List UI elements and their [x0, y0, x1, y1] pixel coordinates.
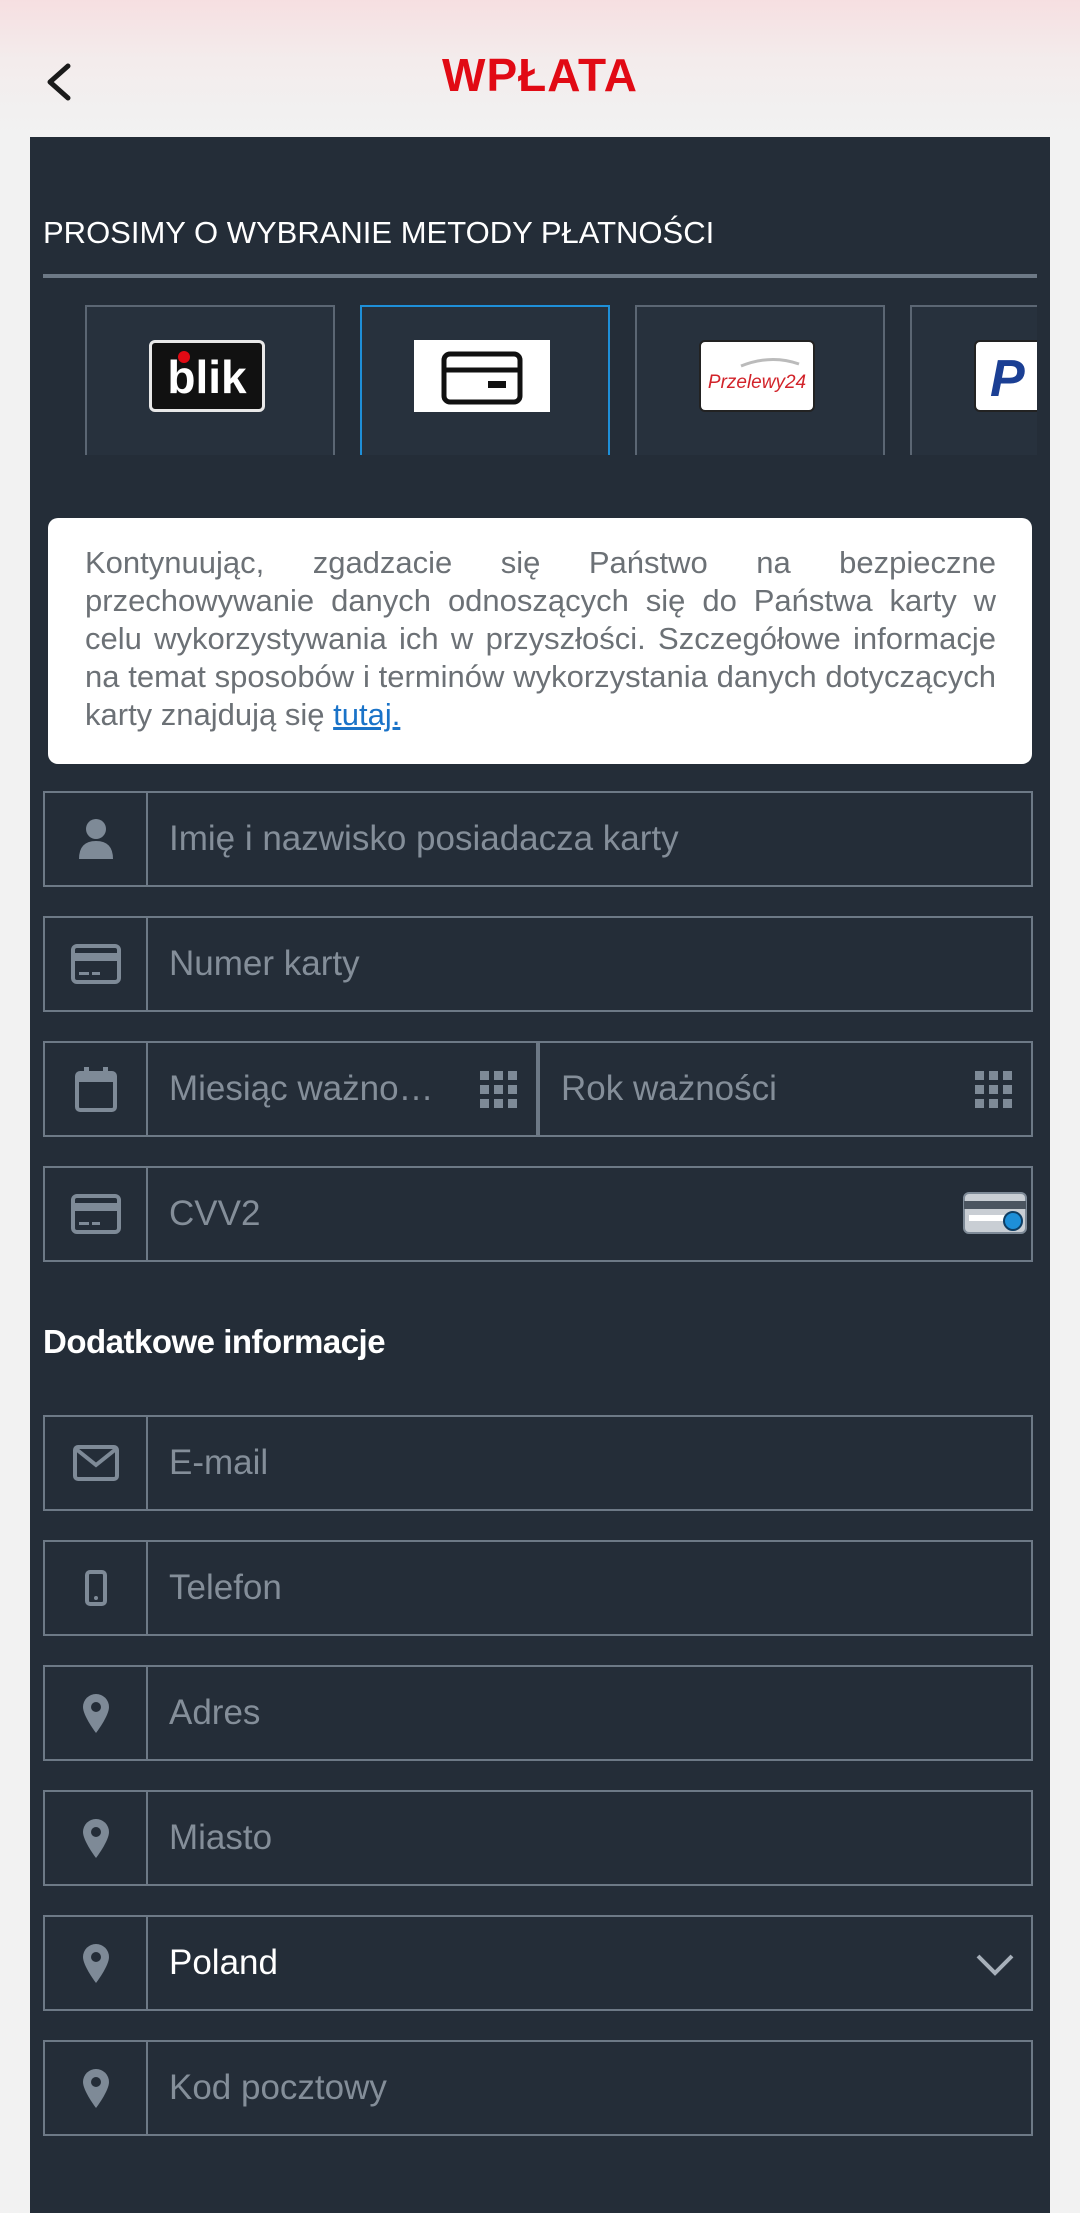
location-pin-icon — [45, 1792, 148, 1884]
payment-methods-carousel[interactable]: blik Przelewy24 P — [43, 305, 1037, 455]
expiry-month-placeholder: Miesiąc ważno… — [169, 1069, 434, 1108]
card-holder-placeholder: Imię i nazwisko posiadacza karty — [169, 819, 679, 858]
payment-method-card[interactable] — [360, 305, 610, 455]
deposit-panel: PROSIMY O WYBRANIE METODY PŁATNOŚCI blik — [30, 137, 1050, 2213]
calendar-icon — [45, 1043, 148, 1135]
przelewy24-logo-icon: Przelewy24 — [699, 340, 815, 412]
location-pin-icon — [45, 1917, 148, 2009]
card-number-field[interactable]: Numer karty — [43, 916, 1033, 1012]
expiry-field-group: Miesiąc ważno… Rok ważności — [43, 1041, 1033, 1137]
notice-link[interactable]: tutaj. — [333, 697, 400, 732]
expiry-year-placeholder: Rok ważności — [561, 1069, 777, 1108]
country-value: Poland — [169, 1943, 278, 1982]
card-number-placeholder: Numer karty — [169, 944, 360, 983]
keypad-icon — [480, 1071, 517, 1108]
mobile-phone-icon — [45, 1542, 148, 1634]
location-pin-icon — [45, 1667, 148, 1759]
cvv-placeholder: CVV2 — [169, 1194, 261, 1233]
user-icon — [45, 793, 148, 885]
card-storage-notice: Kontynuując, zgadzacie się Państwo na be… — [48, 518, 1032, 764]
cvv-field[interactable]: CVV2 — [43, 1166, 1033, 1262]
credit-card-icon — [414, 340, 550, 412]
address-placeholder: Adres — [169, 1693, 261, 1732]
card-holder-field[interactable]: Imię i nazwisko posiadacza karty — [43, 791, 1033, 887]
additional-info-title: Dodatkowe informacje — [43, 1323, 386, 1360]
email-field[interactable]: E-mail — [43, 1415, 1033, 1511]
expiry-month-select[interactable]: Miesiąc ważno… — [148, 1043, 540, 1135]
payment-method-blik[interactable]: blik — [85, 305, 335, 455]
email-placeholder: E-mail — [169, 1443, 269, 1482]
payment-method-title: PROSIMY O WYBRANIE METODY PŁATNOŚCI — [43, 215, 715, 250]
credit-card-icon — [45, 918, 148, 1010]
phone-placeholder: Telefon — [169, 1568, 282, 1607]
cvv-hint-icon[interactable] — [963, 1192, 1027, 1234]
payment-method-paypal[interactable]: P — [910, 305, 1037, 455]
address-field[interactable]: Adres — [43, 1665, 1033, 1761]
envelope-icon — [45, 1417, 148, 1509]
credit-card-icon — [45, 1168, 148, 1260]
postal-code-field[interactable]: Kod pocztowy — [43, 2040, 1033, 2136]
page-title: WPŁATA — [442, 49, 638, 101]
section-divider — [43, 274, 1037, 278]
city-placeholder: Miasto — [169, 1818, 273, 1857]
notice-text: Kontynuując, zgadzacie się Państwo na be… — [85, 544, 996, 734]
postal-code-placeholder: Kod pocztowy — [169, 2068, 387, 2107]
payment-method-przelewy24[interactable]: Przelewy24 — [635, 305, 885, 455]
notice-body: Kontynuując, zgadzacie się Państwo na be… — [85, 545, 996, 732]
chevron-down-icon — [976, 1954, 1014, 1976]
country-select[interactable]: Poland — [43, 1915, 1033, 2011]
location-pin-icon — [45, 2042, 148, 2134]
paypal-logo-icon: P — [974, 340, 1037, 412]
city-field[interactable]: Miasto — [43, 1790, 1033, 1886]
przelewy24-logo-text: Przelewy24 — [708, 372, 806, 393]
top-bar: WPŁATA — [0, 0, 1080, 137]
keypad-icon — [975, 1071, 1012, 1108]
phone-field[interactable]: Telefon — [43, 1540, 1033, 1636]
paypal-logo-text: P — [990, 350, 1025, 408]
expiry-year-select[interactable]: Rok ważności — [540, 1043, 1031, 1135]
blik-logo-icon: blik — [149, 340, 265, 412]
